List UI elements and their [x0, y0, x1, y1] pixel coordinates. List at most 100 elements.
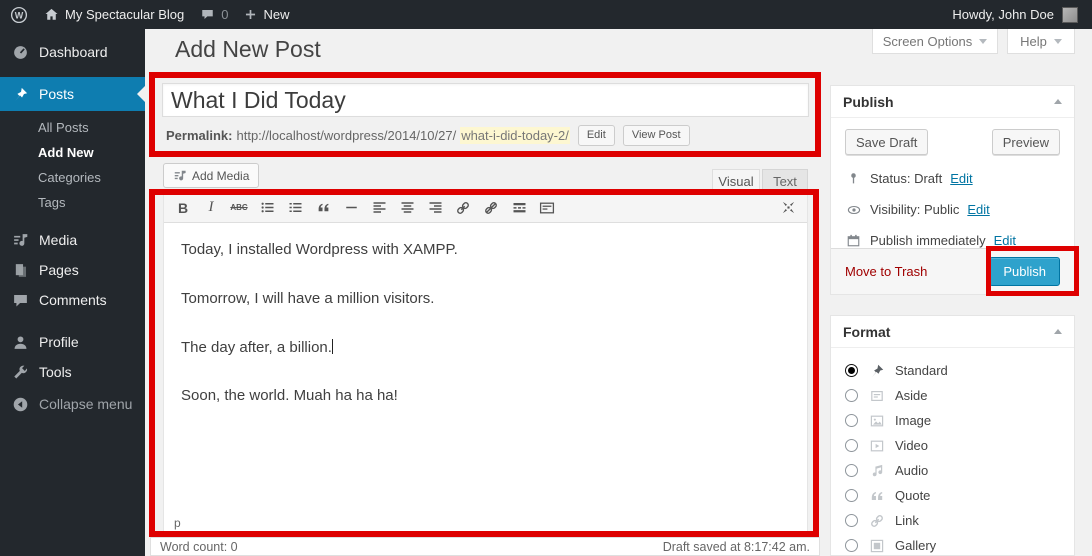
visibility-row: Visibility: Public Edit: [831, 194, 1074, 225]
sidebar-item-profile[interactable]: Profile: [0, 327, 145, 357]
sidebar-item-posts[interactable]: Posts: [0, 77, 145, 111]
strikethrough-icon: ABC: [230, 203, 247, 212]
new-content-menu[interactable]: New: [244, 7, 289, 22]
submenu-categories[interactable]: Categories: [38, 165, 145, 190]
editor-paragraph: Today, I installed Wordpress with XAMPP.: [181, 239, 790, 261]
bold-button[interactable]: B: [170, 196, 196, 220]
submenu-all-posts[interactable]: All Posts: [38, 115, 145, 140]
radio-gallery[interactable]: [845, 539, 858, 552]
comment-bubble-icon: [200, 7, 215, 22]
radio-quote[interactable]: [845, 489, 858, 502]
home-icon: [44, 7, 59, 22]
permalink-edit-button[interactable]: Edit: [578, 125, 615, 146]
permalink-base: http://localhost/wordpress/2014/10/27/: [236, 128, 456, 143]
tools-wrench-icon: [10, 362, 30, 382]
align-right-button[interactable]: [422, 196, 448, 220]
publish-button[interactable]: Publish: [989, 257, 1060, 286]
fullscreen-button[interactable]: [775, 196, 801, 220]
radio-audio[interactable]: [845, 464, 858, 477]
blockquote-button[interactable]: [310, 196, 336, 220]
unlink-icon: [483, 200, 499, 216]
align-right-icon: [428, 200, 443, 215]
wordpress-logo-menu[interactable]: W: [10, 6, 28, 24]
post-title-input[interactable]: [162, 83, 809, 117]
edit-visibility-link[interactable]: Edit: [967, 202, 989, 217]
media-icon: [10, 230, 30, 250]
collapse-menu-button[interactable]: Collapse menu: [0, 389, 145, 419]
italic-button[interactable]: I: [198, 196, 224, 220]
chevron-down-icon: [979, 39, 987, 44]
sidebar-item-media[interactable]: Media: [0, 225, 145, 255]
move-to-trash-link[interactable]: Move to Trash: [845, 264, 927, 279]
format-audio-icon: [867, 463, 886, 479]
collapse-triangle-icon: [1054, 329, 1062, 334]
radio-aside[interactable]: [845, 389, 858, 402]
read-more-button[interactable]: [506, 196, 532, 220]
sidebar-item-pages[interactable]: Pages: [0, 255, 145, 285]
horizontal-rule-button[interactable]: [338, 196, 364, 220]
media-note-icon: [173, 169, 187, 183]
format-box-header[interactable]: Format: [831, 316, 1074, 348]
edit-schedule-link[interactable]: Edit: [994, 233, 1016, 248]
publish-box-title: Publish: [843, 94, 894, 110]
strikethrough-button[interactable]: ABC: [226, 196, 252, 220]
align-left-icon: [372, 200, 387, 215]
align-center-button[interactable]: [394, 196, 420, 220]
sidebar-label-tools: Tools: [39, 364, 72, 380]
bullet-list-icon: [260, 200, 275, 215]
screen-options-tab[interactable]: Screen Options: [872, 29, 998, 54]
sidebar-label-comments: Comments: [39, 292, 107, 308]
publish-box-header[interactable]: Publish: [831, 86, 1074, 118]
post-status-pin-icon: [845, 171, 862, 186]
sidebar-label-pages: Pages: [39, 262, 79, 278]
screen-options-label: Screen Options: [883, 34, 973, 49]
help-tab[interactable]: Help: [1007, 29, 1075, 54]
add-media-button[interactable]: Add Media: [163, 163, 259, 188]
profile-icon: [10, 332, 30, 352]
sidebar-label-collapse: Collapse menu: [39, 396, 132, 412]
publish-box: Publish Save Draft Preview Status: Draft…: [830, 85, 1075, 295]
status-text: Status: Draft: [870, 171, 942, 186]
radio-standard[interactable]: [845, 364, 858, 377]
radio-image[interactable]: [845, 414, 858, 427]
user-avatar[interactable]: [1062, 7, 1078, 23]
comments-admin-bar[interactable]: 0: [200, 7, 228, 22]
format-standard-pin-icon: [867, 363, 886, 379]
permalink-slug: what-i-did-today-2/: [460, 127, 570, 144]
submenu-tags[interactable]: Tags: [38, 190, 145, 215]
sidebar-item-comments[interactable]: Comments: [0, 285, 145, 315]
tab-text[interactable]: Text: [762, 169, 808, 193]
align-left-button[interactable]: [366, 196, 392, 220]
format-aside-icon: [867, 388, 886, 404]
remove-link-button[interactable]: [478, 196, 504, 220]
bullet-list-button[interactable]: [254, 196, 280, 220]
view-post-button[interactable]: View Post: [623, 125, 690, 146]
insert-link-button[interactable]: [450, 196, 476, 220]
draft-saved-status: Draft saved at 8:17:42 am.: [663, 540, 810, 554]
comment-count: 0: [221, 7, 228, 22]
admin-sidebar: Dashboard Posts All Posts Add New Catego…: [0, 29, 145, 556]
editor-paragraph: Tomorrow, I will have a million visitors…: [181, 288, 790, 310]
preview-button[interactable]: Preview: [992, 129, 1060, 155]
editor-content[interactable]: Today, I installed Wordpress with XAMPP.…: [164, 223, 807, 512]
tab-visual[interactable]: Visual: [712, 169, 760, 193]
format-gallery-icon: [867, 538, 886, 554]
radio-video[interactable]: [845, 439, 858, 452]
site-link[interactable]: My Spectacular Blog: [44, 7, 184, 22]
sidebar-item-dashboard[interactable]: Dashboard: [0, 35, 145, 69]
save-draft-button[interactable]: Save Draft: [845, 129, 928, 155]
word-count: Word count: 0: [160, 540, 238, 554]
sidebar-item-tools[interactable]: Tools: [0, 357, 145, 387]
submenu-add-new[interactable]: Add New: [38, 140, 145, 165]
editor-path-indicator: p: [164, 512, 807, 534]
edit-status-link[interactable]: Edit: [950, 171, 972, 186]
align-center-icon: [400, 200, 415, 215]
sidebar-label-media: Media: [39, 232, 77, 248]
radio-link[interactable]: [845, 514, 858, 527]
horizontal-rule-icon: [344, 200, 359, 215]
toolbar-toggle-button[interactable]: [534, 196, 560, 220]
format-option-aside: Aside: [845, 383, 1060, 408]
numbered-list-button[interactable]: [282, 196, 308, 220]
howdy-user[interactable]: Howdy, John Doe: [952, 7, 1054, 22]
editor-paragraph: Soon, the world. Muah ha ha ha!: [181, 385, 790, 407]
